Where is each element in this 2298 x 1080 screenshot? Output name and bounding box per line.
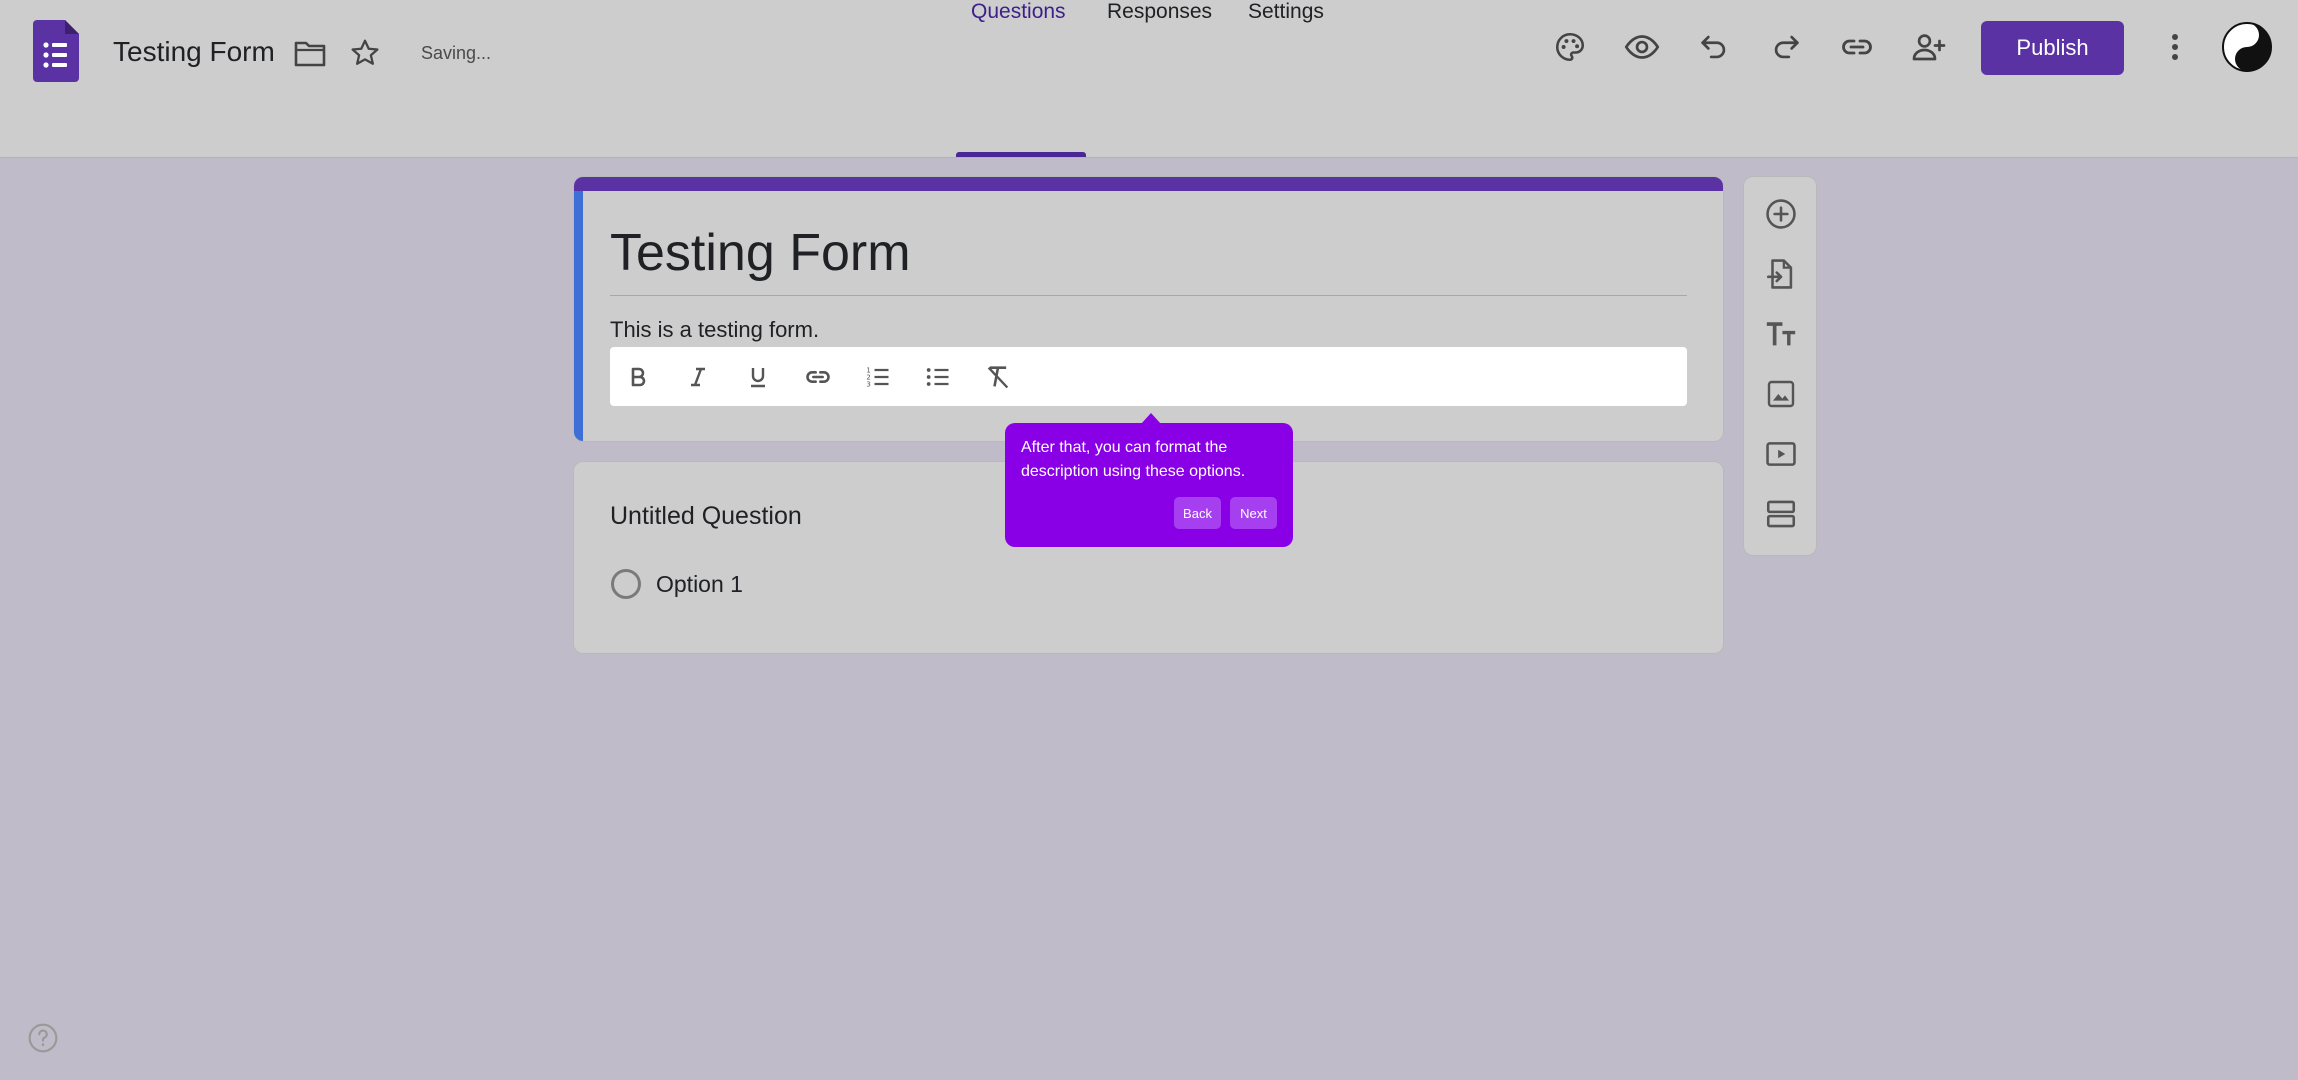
option-radio[interactable] (611, 569, 641, 599)
svg-text:3: 3 (866, 380, 870, 388)
side-toolbar (1743, 176, 1817, 556)
avatar[interactable] (2222, 22, 2272, 72)
link-icon[interactable] (1838, 28, 1876, 66)
title-divider (610, 295, 1687, 296)
form-title[interactable]: Testing Form (610, 223, 911, 283)
underline-icon[interactable] (742, 361, 774, 393)
tooltip-next-button[interactable]: Next (1230, 497, 1277, 529)
more-options-icon[interactable] (2156, 28, 2194, 66)
folder-icon[interactable] (292, 36, 328, 72)
header-top-stripe (574, 177, 1723, 191)
import-questions-icon[interactable] (1762, 255, 1800, 293)
help-icon[interactable] (27, 1022, 59, 1054)
add-question-icon[interactable] (1762, 195, 1800, 233)
tooltip-text: After that, you can format the descripti… (1021, 439, 1246, 480)
add-collaborator-icon[interactable] (1910, 28, 1948, 66)
star-icon[interactable] (347, 35, 383, 71)
link-icon[interactable] (802, 361, 834, 393)
save-status: Saving... (421, 43, 492, 63)
document-title[interactable]: Testing Form (113, 36, 275, 68)
italic-icon[interactable] (682, 361, 714, 393)
bold-icon[interactable] (622, 361, 654, 393)
tab-settings[interactable]: Settings (1248, 0, 1324, 40)
add-image-icon[interactable] (1762, 375, 1800, 413)
tooltip-back-button[interactable]: Back (1174, 497, 1221, 529)
tab-responses[interactable]: Responses (1107, 0, 1212, 40)
tab-questions[interactable]: Questions (971, 0, 1066, 40)
onboarding-tooltip: After that, you can format the descripti… (1005, 423, 1293, 547)
add-section-icon[interactable] (1762, 495, 1800, 533)
format-toolbar: 123 (610, 347, 1687, 406)
bulleted-list-icon[interactable] (922, 361, 954, 393)
form-header-card[interactable]: Testing Form This is a testing form. 123 (573, 176, 1724, 442)
add-title-icon[interactable] (1762, 315, 1800, 353)
add-video-icon[interactable] (1762, 435, 1800, 473)
numbered-list-icon[interactable]: 123 (862, 361, 894, 393)
clear-formatting-icon[interactable] (982, 361, 1014, 393)
header-focus-stripe (574, 191, 583, 441)
forms-logo-icon[interactable] (33, 20, 79, 82)
undo-icon[interactable] (1695, 28, 1733, 66)
preview-eye-icon[interactable] (1623, 28, 1661, 66)
form-description[interactable]: This is a testing form. (610, 317, 819, 343)
palette-icon[interactable] (1551, 28, 1589, 66)
question-title[interactable]: Untitled Question (610, 502, 802, 531)
option-label[interactable]: Option 1 (656, 571, 743, 598)
top-bar: Testing Form Saving... Publish Questions… (0, 0, 2298, 158)
publish-button[interactable]: Publish (1981, 21, 2124, 75)
active-tab-indicator (956, 152, 1086, 157)
redo-icon[interactable] (1767, 28, 1805, 66)
